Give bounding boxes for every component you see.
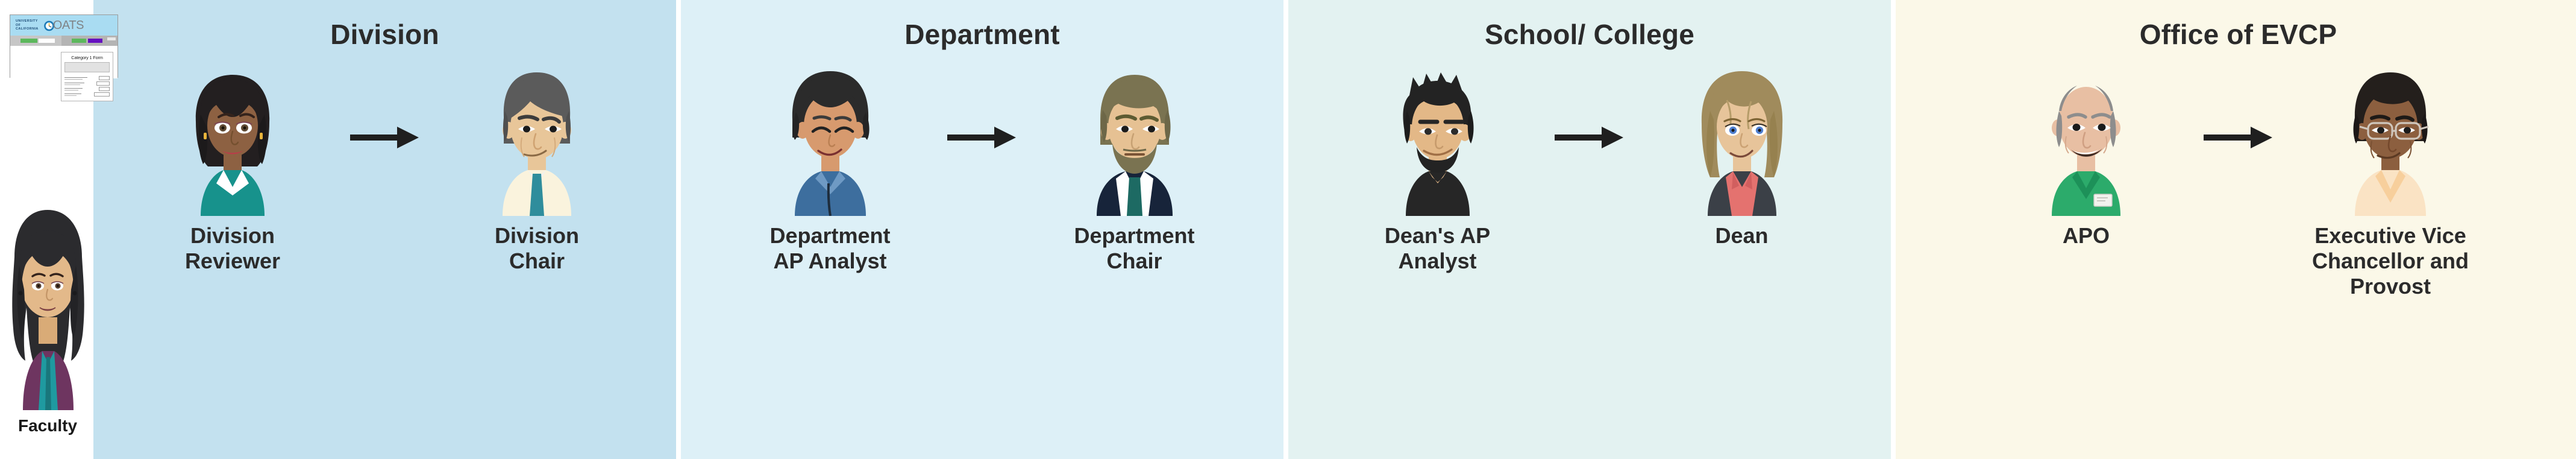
- form-row-labels: [64, 82, 84, 85]
- role-line-2: Chair: [1106, 248, 1162, 273]
- oats-app-name: OATS: [52, 18, 84, 32]
- right-arrow-icon: [349, 127, 419, 148]
- person-department-ap-analyst[interactable]: Department AP Analyst: [731, 59, 930, 274]
- oats-app-header: UNIVERSITY OF CALIFORNIA OATS: [10, 15, 118, 36]
- column-title-school-college: School/ College: [1484, 19, 1695, 50]
- role-line-1: Executive Vice: [2314, 223, 2466, 248]
- role-label: Dean: [1715, 223, 1768, 248]
- form-card-header-field[interactable]: [64, 62, 110, 72]
- column-department: Department Department AP Analyst Departm…: [681, 0, 1283, 459]
- school-people: Dean's AP Analyst Dean: [1288, 59, 1891, 274]
- avatar-faculty: [12, 210, 84, 410]
- arrow-division: [332, 59, 437, 216]
- person-division-reviewer[interactable]: Division Reviewer: [133, 59, 332, 274]
- evcp-people: APO Executive Vice Chancellor and Provos…: [1896, 59, 2576, 299]
- workflow-diagram: UNIVERSITY OF CALIFORNIA OATS Category 1…: [0, 0, 2576, 459]
- oats-logo: OATS: [43, 19, 84, 33]
- right-arrow-icon: [2203, 127, 2272, 148]
- role-line-1: APO: [2062, 223, 2110, 248]
- avatar-division-chair: [503, 72, 571, 216]
- division-people: Division Reviewer Division Chair: [93, 59, 676, 274]
- column-title-division: Division: [330, 19, 439, 50]
- form-row: [64, 92, 110, 97]
- role-line-3: Provost: [2349, 274, 2431, 299]
- column-school-college: School/ College Dean's AP Analyst Dean: [1288, 0, 1891, 459]
- avatar-department-ap-analyst: [792, 71, 870, 216]
- form-row: [64, 86, 110, 92]
- department-people: Department AP Analyst Department Chair: [681, 59, 1283, 274]
- form-row-input[interactable]: [99, 76, 110, 80]
- role-label: Department AP Analyst: [769, 223, 890, 274]
- arrow-school-college: [1537, 59, 1643, 216]
- role-label: APO: [2063, 223, 2110, 248]
- role-line-1: Department: [1074, 223, 1195, 248]
- uc-wordmark: UNIVERSITY OF CALIFORNIA: [16, 19, 39, 31]
- role-label: Division Chair: [495, 223, 579, 274]
- role-line-1: Division: [190, 223, 275, 248]
- avatar-division-reviewer: [195, 75, 270, 216]
- avatar-department-chair: [1096, 75, 1173, 216]
- toolbar-chip-white[interactable]: [39, 39, 55, 43]
- toolbar-chip-purple[interactable]: [88, 39, 102, 43]
- person-executive-vice-chancellor[interactable]: Executive Vice Chancellor and Provost: [2291, 59, 2490, 299]
- uc-wordmark-line1: UNIVERSITY: [16, 19, 38, 24]
- person-deans-ap-analyst[interactable]: Dean's AP Analyst: [1338, 59, 1537, 274]
- right-arrow-icon: [1555, 127, 1623, 148]
- avatar-deans-ap-analyst: [1402, 72, 1473, 216]
- form-row-labels: [64, 87, 83, 90]
- uc-wordmark-line3: CALIFORNIA: [16, 27, 39, 31]
- role-line-2: Chancellor and: [2311, 248, 2469, 273]
- person-apo[interactable]: APO: [1987, 59, 2186, 248]
- role-label: Department Chair: [1074, 223, 1194, 274]
- uc-wordmark-line2: OF: [16, 23, 21, 27]
- role-label: Executive Vice Chancellor and Provost: [2312, 223, 2469, 299]
- form-row: [64, 75, 110, 81]
- role-line-2: Reviewer: [184, 248, 281, 273]
- form-row-labels: [64, 77, 87, 80]
- role-line-1: Department: [769, 223, 891, 248]
- avatar-executive-vice-chancellor-and-provost: [2353, 72, 2429, 216]
- arrow-department: [930, 59, 1035, 216]
- form-card-rows: [64, 75, 110, 97]
- form-row-input[interactable]: [99, 87, 110, 91]
- role-line-2: Chair: [509, 248, 565, 273]
- arrow-evcp: [2186, 59, 2291, 216]
- column-title-department: Department: [904, 19, 1060, 50]
- column-office-of-evcp: Office of EVCP APO Executive Vice Chance…: [1896, 0, 2576, 459]
- toolbar-chip-green-2[interactable]: [72, 39, 86, 43]
- toolbar-chip-gray[interactable]: [107, 37, 116, 40]
- column-title-office-of-evcp: Office of EVCP: [2139, 19, 2337, 50]
- person-dean[interactable]: Dean: [1643, 59, 1841, 248]
- role-line-2: AP Analyst: [773, 248, 887, 273]
- form-row-input[interactable]: [94, 92, 110, 97]
- form-row-labels: [64, 93, 81, 96]
- avatar-apo: [2052, 86, 2120, 216]
- oats-toolbar: [10, 36, 118, 46]
- form-row-input[interactable]: [96, 81, 110, 86]
- role-label: Division Reviewer: [185, 223, 280, 274]
- right-arrow-icon: [947, 127, 1016, 148]
- category-1-form-card[interactable]: Category 1 Form: [61, 52, 113, 101]
- role-line-1: Dean: [1715, 223, 1769, 248]
- avatar-dean: [1701, 71, 1782, 216]
- faculty-label: Faculty: [17, 416, 78, 435]
- role-line-1: Division: [494, 223, 580, 248]
- person-department-chair[interactable]: Department Chair: [1035, 59, 1234, 274]
- role-line-1: Dean's AP: [1384, 223, 1491, 248]
- form-card-title: Category 1 Form: [71, 55, 103, 60]
- toolbar-chip-green-1[interactable]: [20, 39, 37, 43]
- column-division: Division Division Reviewer Division Chai…: [93, 0, 676, 459]
- role-label: Dean's AP Analyst: [1385, 223, 1490, 274]
- person-division-chair[interactable]: Division Chair: [437, 59, 636, 274]
- form-row: [64, 81, 110, 86]
- role-line-2: Analyst: [1398, 248, 1477, 273]
